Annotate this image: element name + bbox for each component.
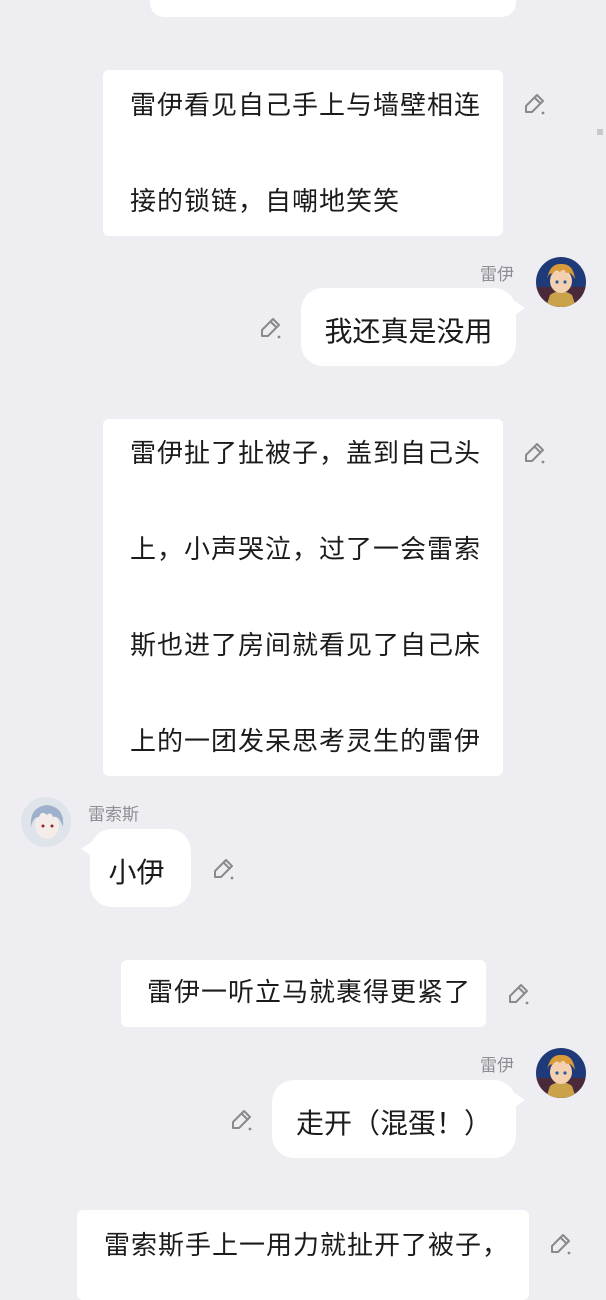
narration-line: 雷伊一听立马就裹得更紧了 [147, 978, 472, 1008]
sender-name: 雷伊 [480, 1056, 514, 1076]
narration-line: 上，小声哭泣，过了一会雷索 [130, 535, 482, 565]
narration-line: 雷索斯手上一用力就扯开了被子， [104, 1231, 510, 1261]
chat-bubble[interactable]: 走开（混蛋！） [272, 1080, 525, 1158]
narration-line: 斯也进了房间就看见了自己床 [130, 631, 482, 661]
narration-bubble[interactable]: 雷伊扯了扯被子，盖到自己头 上，小声哭泣，过了一会雷索 斯也进了房间就看见了自己… [103, 419, 503, 776]
chat-bubble[interactable]: 小伊 [81, 829, 191, 907]
narration-line: 雷伊扯了扯被子，盖到自己头 [130, 439, 482, 469]
edit-pencil-icon[interactable] [211, 857, 235, 881]
scroll-indicator[interactable] [597, 129, 603, 135]
chat-text: 小伊 [108, 856, 165, 889]
partial-message-bubble [150, 0, 516, 17]
narration-bubble[interactable]: 雷伊看见自己手上与墙壁相连 接的锁链，自嘲地笑笑 [103, 70, 503, 236]
narration-line: 上的一团发呆思考灵生的雷伊 [130, 727, 482, 757]
narration-line: 接的锁链，自嘲地笑笑 [130, 187, 401, 217]
edit-pencil-icon[interactable] [522, 441, 546, 465]
avatar-rey[interactable] [536, 257, 586, 307]
avatar-rey[interactable] [536, 1048, 586, 1098]
sender-name: 雷伊 [480, 265, 514, 285]
edit-pencil-icon[interactable] [522, 92, 546, 116]
sender-name: 雷索斯 [88, 805, 139, 825]
narration-line: 雷伊看见自己手上与墙壁相连 [130, 91, 482, 121]
edit-pencil-icon[interactable] [548, 1232, 572, 1256]
chat-text: 走开（混蛋！） [295, 1107, 492, 1140]
chat-bubble[interactable]: 我还真是没用 [301, 288, 525, 366]
narration-bubble[interactable]: 雷索斯手上一用力就扯开了被子， [77, 1210, 529, 1300]
avatar-reisos[interactable] [21, 797, 71, 847]
narration-bubble[interactable]: 雷伊一听立马就裹得更紧了 [121, 960, 486, 1027]
edit-pencil-icon[interactable] [258, 316, 282, 340]
edit-pencil-icon[interactable] [506, 982, 530, 1006]
edit-pencil-icon[interactable] [229, 1108, 253, 1132]
chat-text: 我还真是没用 [324, 315, 493, 348]
